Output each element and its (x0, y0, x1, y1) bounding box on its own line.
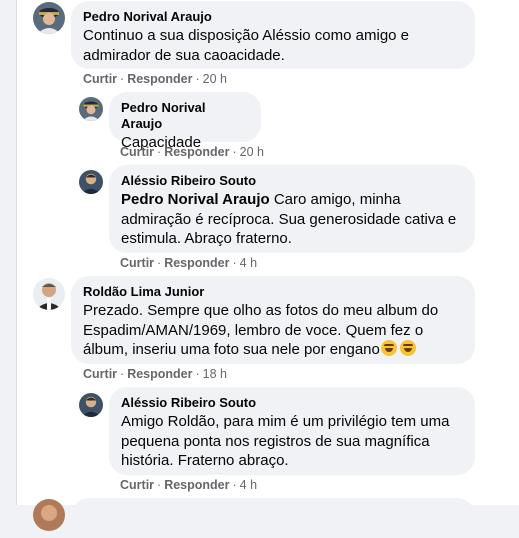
comment-timestamp[interactable]: 20 h (203, 72, 227, 86)
avatar-next-comment[interactable] (33, 499, 65, 531)
reply-button[interactable]: Responder (164, 256, 229, 270)
comment-bubble: Pedro Norival Araujo Capacidade (109, 92, 261, 151)
comment-bubble: Aléssio Ribeiro Souto Pedro Norival Arau… (109, 165, 475, 253)
comment-bubble: Aléssio Ribeiro Souto Amigo Roldão, para… (109, 387, 475, 475)
comment-bubble-partial (71, 498, 475, 538)
comment-actions: Curtir · Responder · 20 h (83, 72, 228, 86)
avatar-pedro[interactable] (79, 97, 103, 121)
avatar-roldao[interactable] (33, 278, 65, 310)
like-button[interactable]: Curtir (120, 478, 154, 492)
comment-actions: Curtir · Responder · 18 h (83, 367, 228, 381)
comment-bubble: Roldão Lima Junior Prezado. Sempre que o… (71, 276, 475, 364)
comment-author[interactable]: Aléssio Ribeiro Souto (121, 395, 463, 411)
like-button[interactable]: Curtir (120, 145, 154, 159)
rolling-laughing-emoji (399, 340, 416, 356)
comment-author[interactable]: Pedro Norival Araujo (83, 9, 463, 25)
mention-link[interactable]: Pedro Norival Araujo (121, 191, 270, 208)
comment-actions: Curtir · Responder · 4 h (120, 256, 258, 270)
avatar-alessio[interactable] (79, 170, 103, 194)
like-button[interactable]: Curtir (83, 72, 117, 86)
comment-author[interactable]: Roldão Lima Junior (83, 284, 463, 300)
reply-button[interactable]: Responder (127, 367, 192, 381)
comment-timestamp[interactable]: 4 h (240, 256, 257, 270)
reply-button[interactable]: Responder (164, 478, 229, 492)
reply-button[interactable]: Responder (127, 72, 192, 86)
comment-actions: Curtir · Responder · 20 h (120, 145, 265, 159)
reply-button[interactable]: Responder (164, 145, 229, 159)
comment-text: Amigo Roldão, para mim é um privilégio t… (121, 413, 450, 469)
like-button[interactable]: Curtir (120, 256, 154, 270)
comment-timestamp[interactable]: 20 h (240, 145, 264, 159)
comment-bubble: Pedro Norival Araujo Continuo a sua disp… (71, 1, 475, 69)
comment-timestamp[interactable]: 4 h (240, 478, 257, 492)
like-button[interactable]: Curtir (83, 367, 117, 381)
rolling-laughing-emoji (380, 340, 397, 356)
comment-text: Continuo a sua disposição Aléssio como a… (83, 27, 410, 64)
comment-timestamp[interactable]: 18 h (203, 367, 227, 381)
comment-author[interactable]: Pedro Norival Araujo (121, 100, 249, 132)
comment-actions: Curtir · Responder · 4 h (120, 478, 258, 492)
avatar-pedro[interactable] (33, 2, 65, 34)
avatar-alessio[interactable] (79, 393, 103, 417)
comments-panel: Pedro Norival Araujo Continuo a sua disp… (16, 0, 519, 538)
comment-author[interactable]: Aléssio Ribeiro Souto (121, 173, 463, 189)
